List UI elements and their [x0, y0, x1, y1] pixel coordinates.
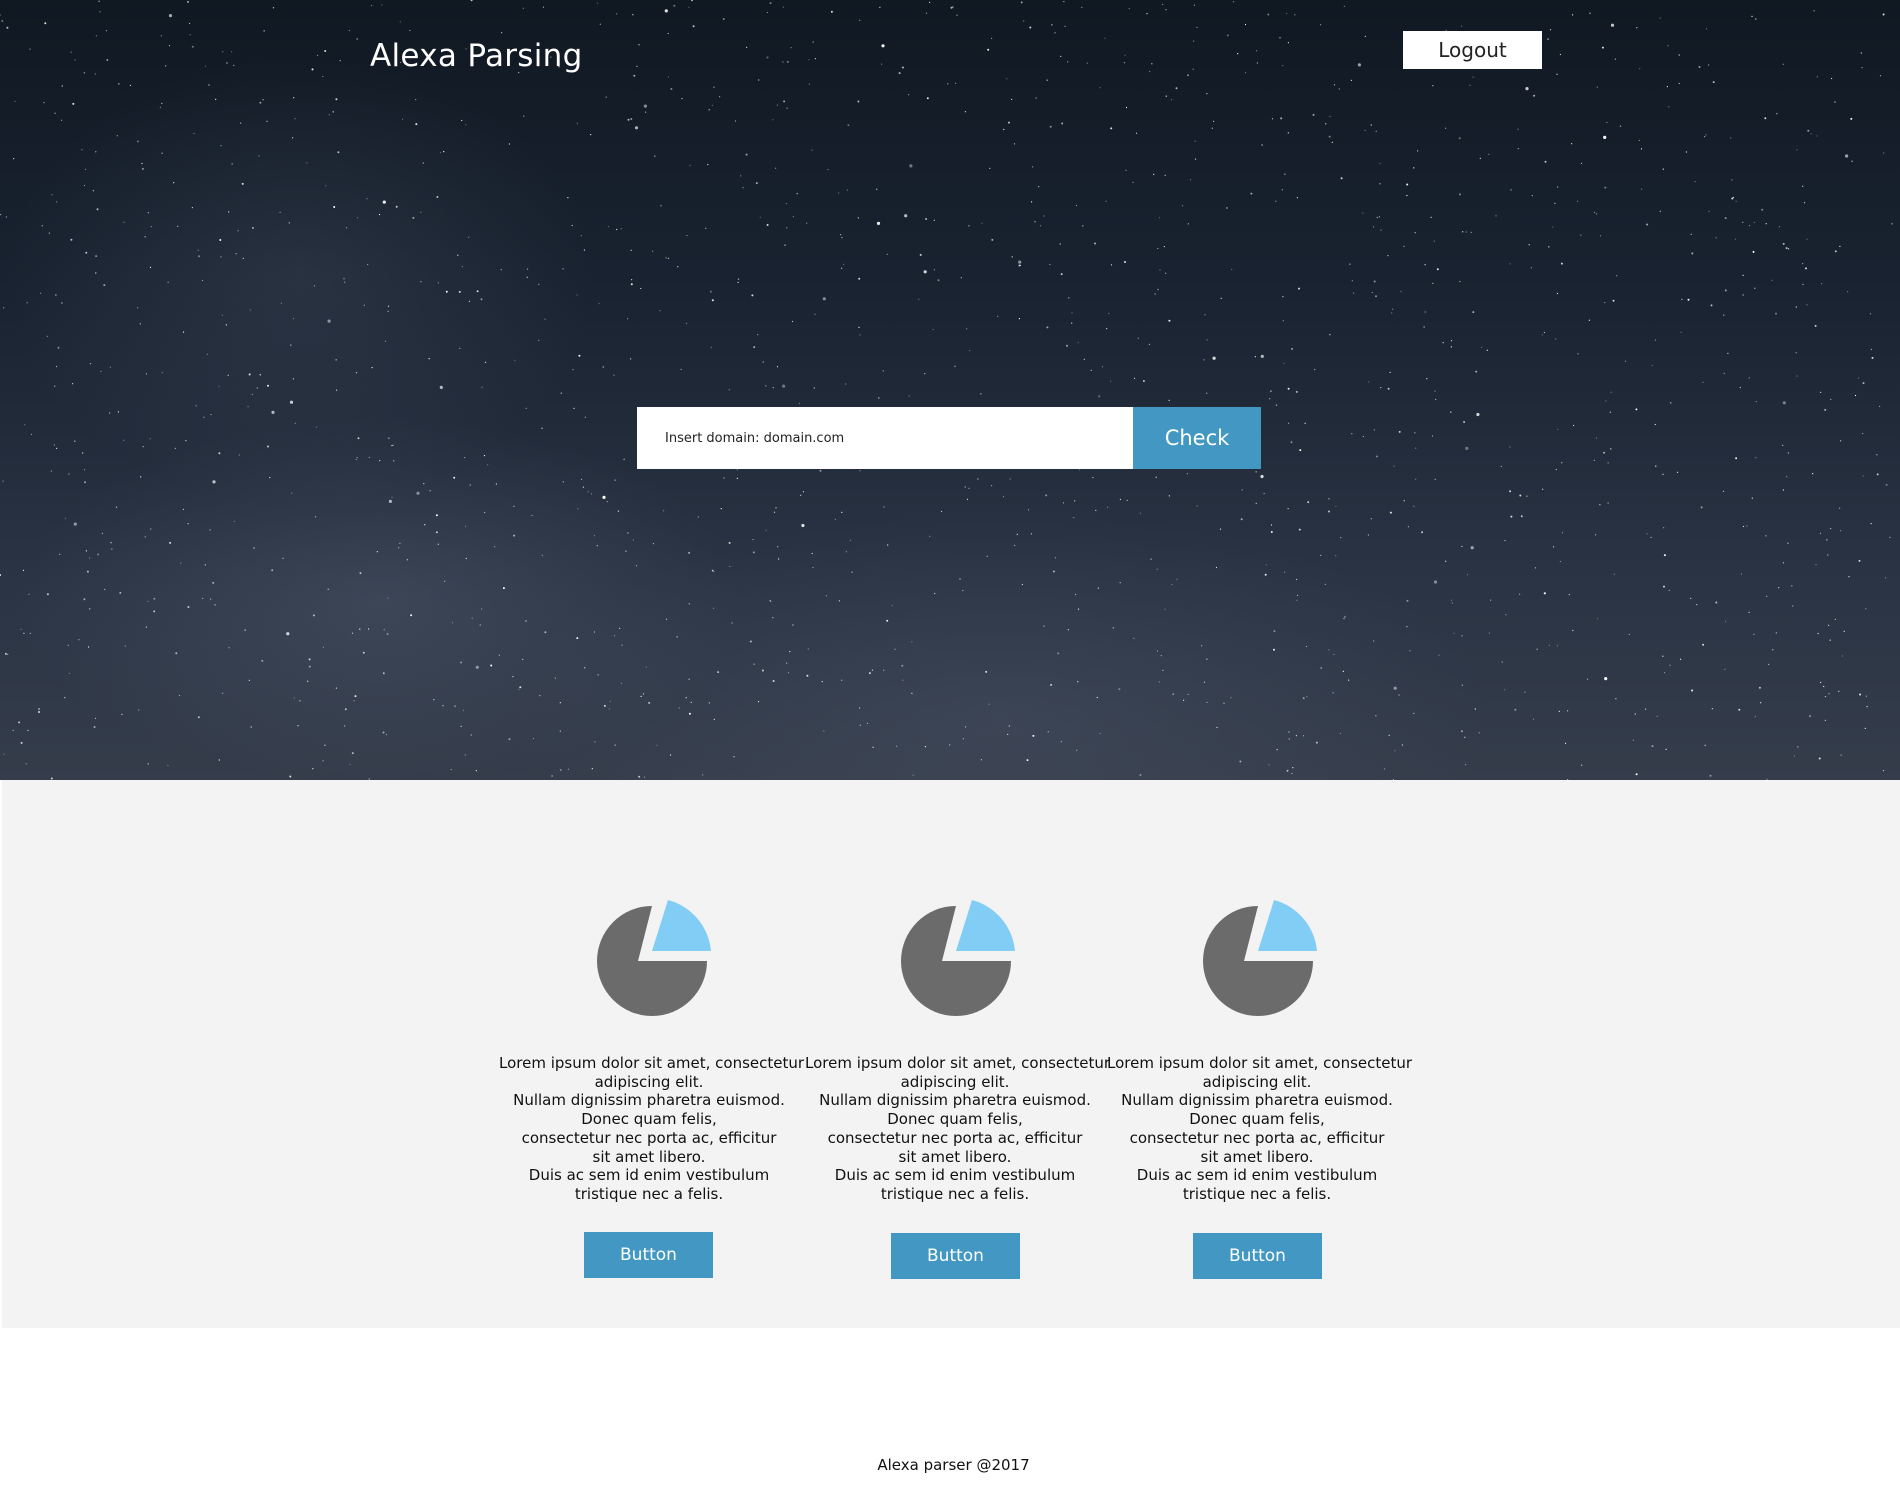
feature-button[interactable]: Button	[584, 1232, 713, 1278]
feature-button[interactable]: Button	[891, 1233, 1020, 1279]
pie-chart-icon	[901, 900, 1015, 1016]
pie-chart-icon	[597, 900, 711, 1016]
feature-description: Lorem ipsum dolor sit amet, consectetur …	[499, 1054, 805, 1203]
feature-button[interactable]: Button	[1193, 1233, 1322, 1279]
domain-input[interactable]	[637, 407, 1133, 469]
features-section: Lorem ipsum dolor sit amet, consectetur …	[2, 780, 1900, 1328]
footer-copyright: Alexa parser @2017	[877, 1456, 1030, 1474]
hero-section: Alexa Parsing Logout Check	[0, 0, 1900, 780]
pie-chart-icon	[1203, 900, 1317, 1016]
domain-search-form: Check	[637, 407, 1261, 469]
starfield-background	[0, 0, 1893, 780]
logout-button[interactable]: Logout	[1403, 31, 1542, 69]
brand-title: Alexa Parsing	[370, 38, 583, 74]
feature-description: Lorem ipsum dolor sit amet, consectetur …	[1107, 1054, 1413, 1203]
check-button[interactable]: Check	[1133, 407, 1261, 469]
feature-description: Lorem ipsum dolor sit amet, consectetur …	[805, 1054, 1111, 1203]
